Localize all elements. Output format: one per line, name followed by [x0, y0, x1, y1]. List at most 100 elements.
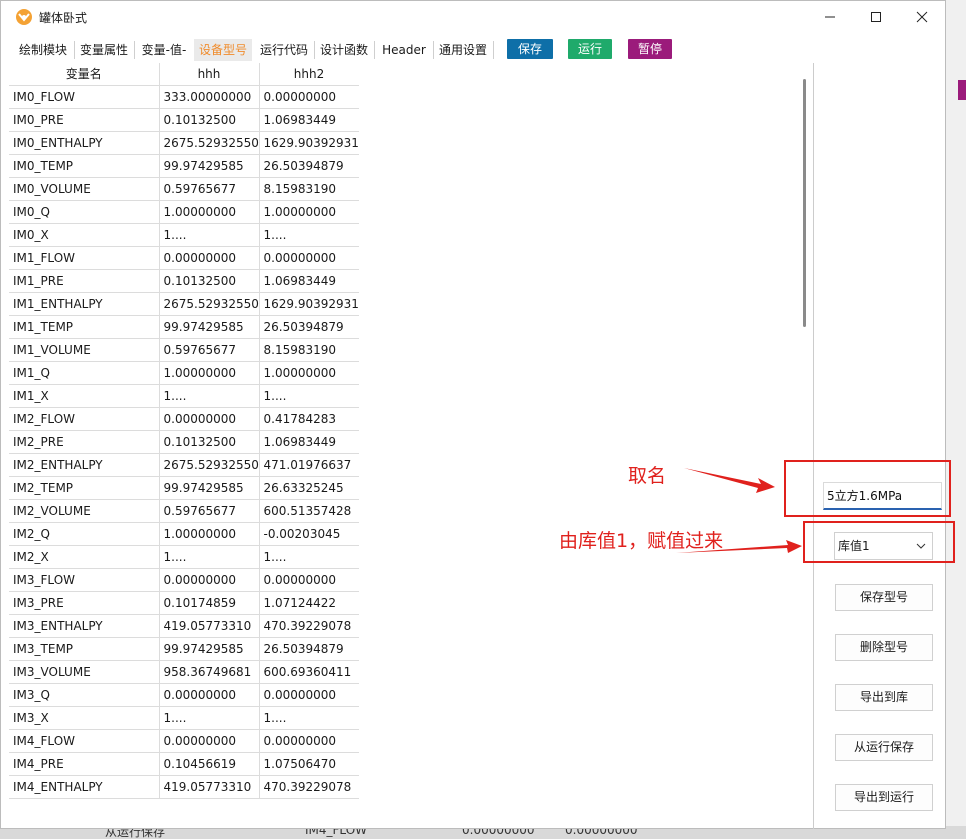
value-cell[interactable]: 1629.90392931 [259, 131, 359, 155]
save-from-run-button[interactable]: 从运行保存 [835, 734, 933, 761]
save-model-button[interactable]: 保存型号 [835, 584, 933, 611]
table-row[interactable]: IM0_X 1.... 1.... [9, 223, 359, 247]
value-cell[interactable]: 0.00000000 [159, 407, 260, 431]
variable-name-cell[interactable]: IM1_VOLUME [9, 338, 160, 362]
export-to-library-button[interactable]: 导出到库 [835, 684, 933, 711]
variable-name-cell[interactable]: IM2_TEMP [9, 476, 160, 500]
value-cell[interactable]: 1.00000000 [159, 361, 260, 385]
value-cell[interactable]: 26.50394879 [259, 637, 359, 661]
value-cell[interactable]: 1.... [259, 706, 359, 730]
value-cell[interactable]: 1.06983449 [259, 430, 359, 454]
column-header-hhh2[interactable]: hhh2 [259, 63, 359, 86]
value-cell[interactable]: 1.00000000 [159, 200, 260, 224]
variable-name-cell[interactable]: IM2_X [9, 545, 160, 569]
tab-variable-properties[interactable]: 变量属性 [77, 39, 131, 61]
value-cell[interactable]: 333.00000000 [159, 85, 260, 109]
table-row[interactable]: IM2_FLOW 0.00000000 0.41784283 [9, 407, 359, 431]
variable-name-cell[interactable]: IM0_X [9, 223, 160, 247]
variable-name-cell[interactable]: IM1_PRE [9, 269, 160, 293]
variable-name-cell[interactable]: IM4_PRE [9, 752, 160, 776]
variable-name-cell[interactable]: IM1_ENTHALPY [9, 292, 160, 316]
table-row[interactable]: IM0_VOLUME 0.59765677 8.15983190 [9, 177, 359, 201]
table-row[interactable]: IM3_Q 0.00000000 0.00000000 [9, 683, 359, 707]
table-row[interactable]: IM0_PRE 0.10132500 1.06983449 [9, 108, 359, 132]
value-cell[interactable]: 2675.52932550 [159, 453, 260, 477]
variable-name-cell[interactable]: IM0_ENTHALPY [9, 131, 160, 155]
value-cell[interactable]: 0.59765677 [159, 177, 260, 201]
value-cell[interactable]: 1.... [259, 545, 359, 569]
tab-variable-values[interactable]: 变量-值- [137, 39, 191, 61]
variable-name-cell[interactable]: IM1_FLOW [9, 246, 160, 270]
value-cell[interactable]: 0.00000000 [159, 683, 260, 707]
value-cell[interactable]: 0.00000000 [159, 568, 260, 592]
variable-name-cell[interactable]: IM0_FLOW [9, 85, 160, 109]
close-button[interactable] [899, 1, 945, 33]
value-cell[interactable]: 1.07506470 [259, 752, 359, 776]
value-cell[interactable]: 0.10174859 [159, 591, 260, 615]
table-row[interactable]: IM0_TEMP 99.97429585 26.50394879 [9, 154, 359, 178]
tab-device-model[interactable]: 设备型号 [194, 39, 252, 61]
table-row[interactable]: IM1_Q 1.00000000 1.00000000 [9, 361, 359, 385]
value-cell[interactable]: 1629.90392931 [259, 292, 359, 316]
table-row[interactable]: IM1_TEMP 99.97429585 26.50394879 [9, 315, 359, 339]
variable-name-cell[interactable]: IM4_FLOW [9, 729, 160, 753]
table-row[interactable]: IM2_Q 1.00000000 -0.00203045 [9, 522, 359, 546]
value-cell[interactable]: 0.59765677 [159, 499, 260, 523]
value-cell[interactable]: 2675.52932550 [159, 292, 260, 316]
value-cell[interactable]: 1.07124422 [259, 591, 359, 615]
value-cell[interactable]: 1.06983449 [259, 108, 359, 132]
run-button[interactable]: 运行 [568, 39, 612, 59]
variable-name-cell[interactable]: IM2_PRE [9, 430, 160, 454]
column-header-variable-name[interactable]: 变量名 [9, 63, 160, 86]
table-row[interactable]: IM1_VOLUME 0.59765677 8.15983190 [9, 338, 359, 362]
value-cell[interactable]: 8.15983190 [259, 177, 359, 201]
maximize-button[interactable] [853, 1, 899, 33]
table-row[interactable]: IM4_PRE 0.10456619 1.07506470 [9, 752, 359, 776]
value-cell[interactable]: 470.39229078 [259, 775, 359, 799]
delete-model-button[interactable]: 删除型号 [835, 634, 933, 661]
table-row[interactable]: IM0_Q 1.00000000 1.00000000 [9, 200, 359, 224]
minimize-button[interactable] [807, 1, 853, 33]
variable-name-cell[interactable]: IM0_TEMP [9, 154, 160, 178]
save-button[interactable]: 保存 [507, 39, 553, 59]
table-row[interactable]: IM2_TEMP 99.97429585 26.63325245 [9, 476, 359, 500]
variable-name-cell[interactable]: IM3_ENTHALPY [9, 614, 160, 638]
value-cell[interactable]: 1.... [159, 223, 260, 247]
value-cell[interactable]: 1.... [259, 384, 359, 408]
value-cell[interactable]: 470.39229078 [259, 614, 359, 638]
value-cell[interactable]: 1.06983449 [259, 269, 359, 293]
variable-name-cell[interactable]: IM4_ENTHALPY [9, 775, 160, 799]
variable-name-cell[interactable]: IM0_VOLUME [9, 177, 160, 201]
value-cell[interactable]: 471.01976637 [259, 453, 359, 477]
tab-draw-module[interactable]: 绘制模块 [15, 39, 71, 61]
value-cell[interactable]: 600.69360411 [259, 660, 359, 684]
value-cell[interactable]: 0.59765677 [159, 338, 260, 362]
variable-name-cell[interactable]: IM3_Q [9, 683, 160, 707]
variable-name-cell[interactable]: IM3_TEMP [9, 637, 160, 661]
variable-name-cell[interactable]: IM2_FLOW [9, 407, 160, 431]
value-cell[interactable]: 0.00000000 [259, 568, 359, 592]
variable-name-cell[interactable]: IM1_X [9, 384, 160, 408]
value-cell[interactable]: 99.97429585 [159, 315, 260, 339]
tab-header[interactable]: Header [378, 39, 430, 61]
table-row[interactable]: IM4_ENTHALPY 419.05773310 470.39229078 [9, 775, 359, 799]
value-cell[interactable]: 99.97429585 [159, 154, 260, 178]
value-cell[interactable]: 1.... [259, 223, 359, 247]
variable-name-cell[interactable]: IM3_PRE [9, 591, 160, 615]
table-row[interactable]: IM2_VOLUME 0.59765677 600.51357428 [9, 499, 359, 523]
value-cell[interactable]: 0.10132500 [159, 430, 260, 454]
variable-name-cell[interactable]: IM2_ENTHALPY [9, 453, 160, 477]
table-row[interactable]: IM1_ENTHALPY 2675.52932550 1629.90392931 [9, 292, 359, 316]
table-row[interactable]: IM4_FLOW 0.00000000 0.00000000 [9, 729, 359, 753]
table-row[interactable]: IM3_X 1.... 1.... [9, 706, 359, 730]
variable-name-cell[interactable]: IM1_TEMP [9, 315, 160, 339]
variable-name-cell[interactable]: IM1_Q [9, 361, 160, 385]
table-row[interactable]: IM3_ENTHALPY 419.05773310 470.39229078 [9, 614, 359, 638]
value-cell[interactable]: 958.36749681 [159, 660, 260, 684]
value-cell[interactable]: 419.05773310 [159, 614, 260, 638]
export-to-run-button[interactable]: 导出到运行 [835, 784, 933, 811]
variable-name-cell[interactable]: IM2_VOLUME [9, 499, 160, 523]
value-cell[interactable]: 1.00000000 [159, 522, 260, 546]
value-cell[interactable]: 0.00000000 [259, 729, 359, 753]
value-cell[interactable]: 1.... [159, 545, 260, 569]
